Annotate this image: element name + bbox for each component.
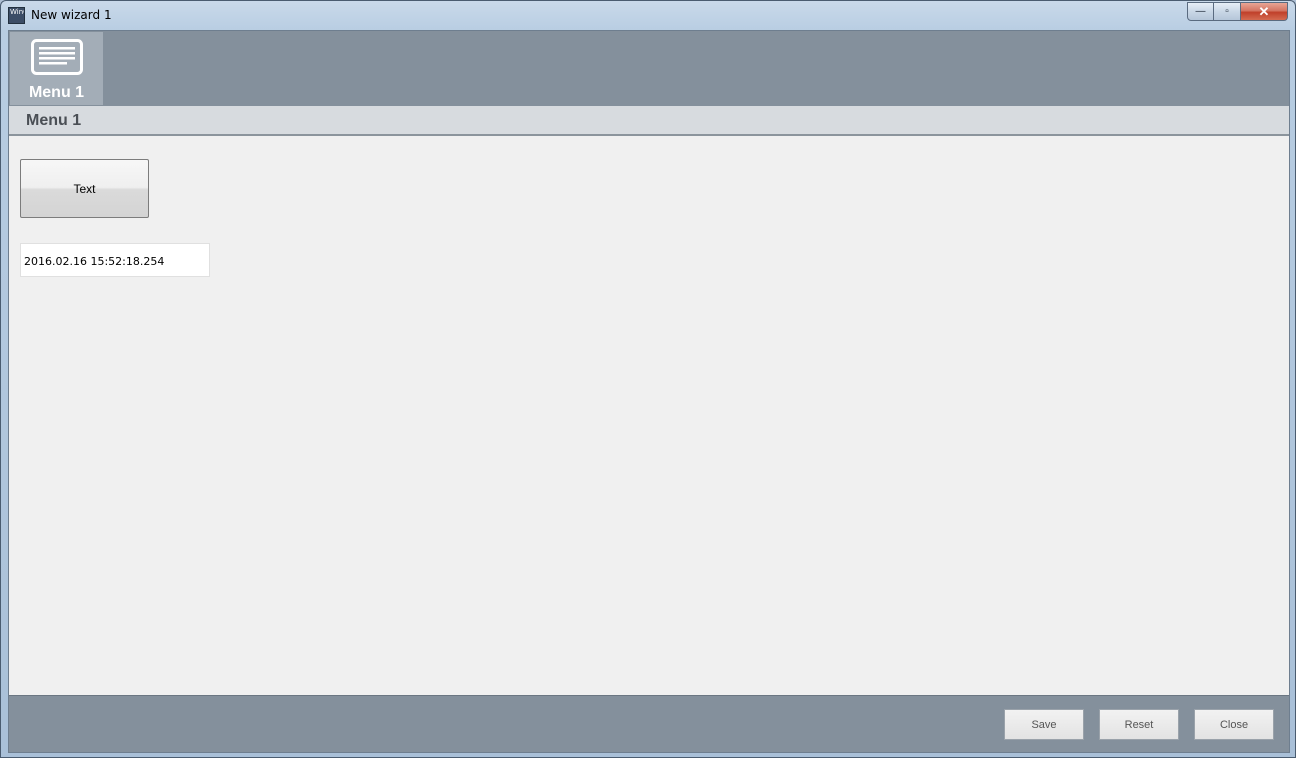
window-title: New wizard 1 — [31, 8, 112, 22]
save-button[interactable]: Save — [1004, 709, 1084, 740]
app-window: WinCC New wizard 1 — ▫ ✕ — [0, 0, 1296, 758]
menu-tile-menu-1[interactable]: Menu 1 — [10, 32, 103, 105]
client-area: Menu 1 Menu 1 Text 2016.02.16 15:52:18.2… — [8, 30, 1290, 753]
reset-button[interactable]: Reset — [1099, 709, 1179, 740]
title-bar[interactable]: WinCC New wizard 1 — ▫ ✕ — [1, 1, 1295, 30]
footer-bar: Save Reset Close — [9, 695, 1289, 752]
section-header: Menu 1 — [9, 106, 1289, 136]
text-button[interactable]: Text — [20, 159, 149, 218]
close-window-button[interactable]: ✕ — [1241, 2, 1288, 21]
close-button[interactable]: Close — [1194, 709, 1274, 740]
close-icon: ✕ — [1258, 3, 1270, 19]
section-title: Menu 1 — [26, 112, 82, 129]
app-icon: WinCC — [8, 7, 25, 24]
maximize-icon: ▫ — [1225, 6, 1229, 17]
menu-bar: Menu 1 — [9, 31, 1289, 106]
window-controls: — ▫ ✕ — [1187, 2, 1288, 21]
menu-list-icon — [30, 39, 83, 75]
minimize-button[interactable]: — — [1187, 2, 1214, 21]
maximize-button[interactable]: ▫ — [1214, 2, 1241, 21]
menu-tile-label: Menu 1 — [28, 84, 85, 101]
datetime-field[interactable]: 2016.02.16 15:52:18.254 — [20, 243, 210, 277]
minimize-icon: — — [1195, 6, 1206, 17]
